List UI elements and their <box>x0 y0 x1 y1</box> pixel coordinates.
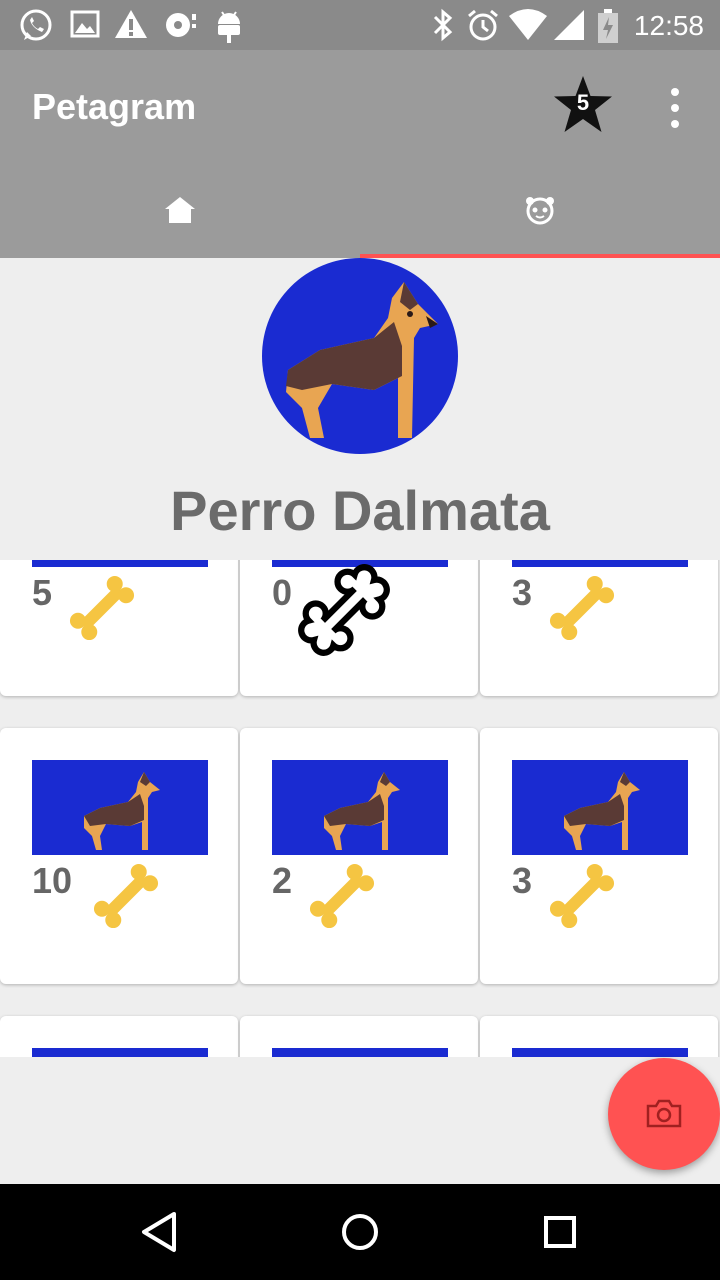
like-count: 3 <box>512 860 533 901</box>
camera-icon <box>646 1099 682 1128</box>
pet-card[interactable]: 2 <box>240 728 478 984</box>
app-bar: Petagram 5 <box>0 50 720 258</box>
wifi-icon <box>509 9 547 40</box>
favorites-count: 5 <box>576 90 590 115</box>
like-count: 10 <box>32 860 73 901</box>
pet-card[interactable] <box>0 1016 238 1057</box>
whatsapp-icon <box>20 9 52 41</box>
german-shepherd-icon <box>286 282 438 438</box>
outline-bone-icon[interactable] <box>294 560 394 660</box>
pet-photo <box>272 1048 448 1057</box>
pet-card[interactable]: 3 <box>480 728 718 984</box>
yellow-bone-icon[interactable] <box>302 856 382 936</box>
tab-indicator <box>360 254 720 258</box>
german-shepherd-icon <box>564 772 640 850</box>
warning-icon <box>115 10 147 38</box>
german-shepherd-icon <box>84 772 160 850</box>
like-count: 5 <box>32 572 53 613</box>
camera-fab-button[interactable] <box>608 1058 720 1170</box>
pet-card[interactable]: 5 <box>0 560 238 696</box>
profile-name: Perro Dalmata <box>170 479 550 542</box>
pet-photo <box>512 560 688 567</box>
dog-face-icon <box>526 197 554 225</box>
favorites-button[interactable]: 5 <box>552 74 614 136</box>
yellow-bone-icon[interactable] <box>542 568 622 648</box>
profile-avatar <box>262 258 458 454</box>
home-icon <box>165 197 195 223</box>
system-nav-bar <box>0 1184 720 1280</box>
status-bar: 12:58 <box>0 0 720 50</box>
image-icon <box>70 10 100 38</box>
signal-icon <box>554 10 584 40</box>
app-title: Petagram <box>32 86 197 127</box>
pet-photo <box>32 560 208 567</box>
android-icon <box>218 11 240 43</box>
like-count: 0 <box>272 572 293 613</box>
home-circle-icon[interactable] <box>330 1202 390 1262</box>
overflow-menu-icon[interactable] <box>660 86 690 130</box>
battery-icon <box>598 9 618 43</box>
yellow-bone-icon[interactable] <box>542 856 622 936</box>
pet-photo <box>512 760 688 855</box>
pet-card[interactable] <box>240 1016 478 1057</box>
pet-photo <box>512 1048 688 1057</box>
tab-profile[interactable] <box>360 170 720 258</box>
bluetooth-icon <box>433 8 453 42</box>
pet-card[interactable]: 3 <box>480 560 718 696</box>
media-icon <box>166 13 196 37</box>
yellow-bone-icon[interactable] <box>86 856 166 936</box>
recents-icon[interactable] <box>530 1202 590 1262</box>
status-time: 12:58 <box>633 10 704 41</box>
pet-card[interactable]: 10 <box>0 728 238 984</box>
pet-card[interactable]: 0 <box>240 560 478 696</box>
german-shepherd-icon <box>324 772 400 850</box>
pet-photo <box>272 760 448 855</box>
pet-photo <box>32 1048 208 1057</box>
like-count: 2 <box>272 860 293 901</box>
tab-home[interactable] <box>0 170 360 258</box>
alarm-icon <box>468 9 498 41</box>
back-icon[interactable] <box>130 1202 190 1262</box>
pet-photo-grid[interactable]: 5 0 3 10 2 3 <box>0 560 720 1057</box>
pet-card[interactable] <box>480 1016 718 1057</box>
like-count: 3 <box>512 572 533 613</box>
yellow-bone-icon[interactable] <box>62 568 142 648</box>
pet-photo <box>32 760 208 855</box>
